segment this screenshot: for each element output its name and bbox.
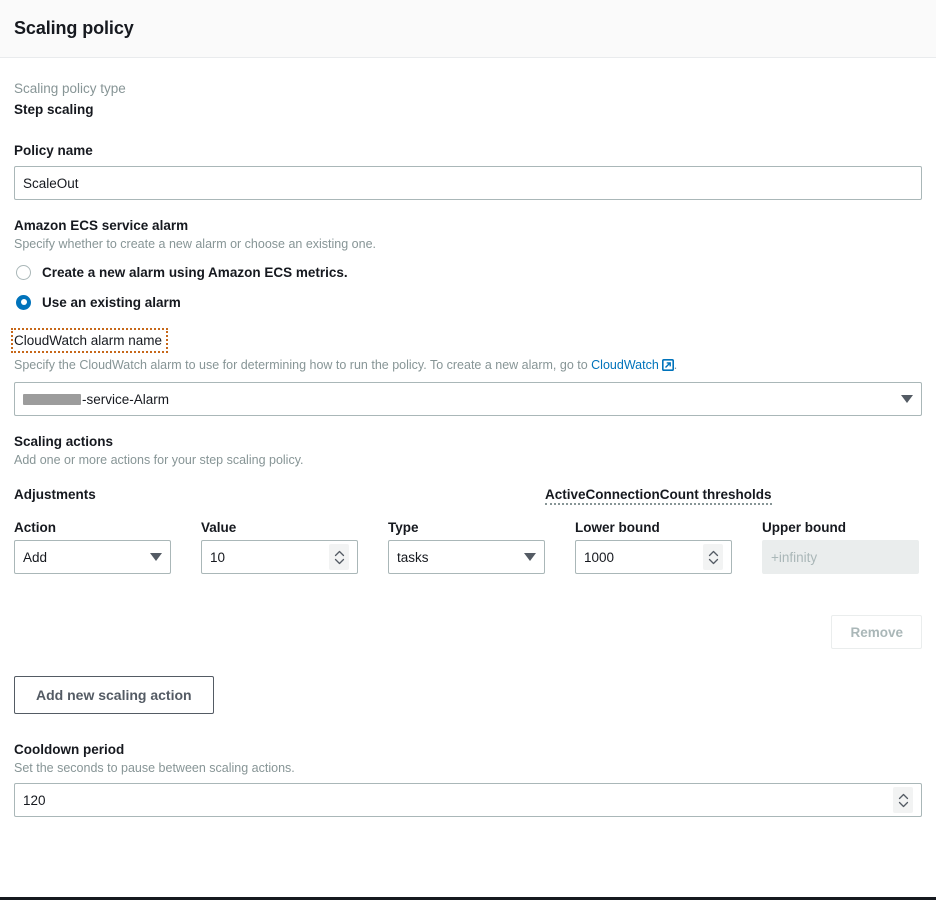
service-alarm-label: Amazon ECS service alarm	[14, 216, 922, 235]
radio-create-new-alarm[interactable]: Create a new alarm using Amazon ECS metr…	[14, 259, 922, 285]
radio-unselected-icon	[16, 265, 31, 280]
panel-body: Scaling policy type Step scaling Policy …	[0, 58, 936, 817]
scaling-policy-type-field: Scaling policy type Step scaling	[14, 80, 922, 119]
cloudwatch-alarm-name-select[interactable]: -service-Alarm	[14, 382, 922, 416]
cloudwatch-link[interactable]: CloudWatch	[591, 358, 659, 372]
policy-name-field: Policy name ScaleOut	[14, 141, 922, 200]
radio-use-existing-alarm[interactable]: Use an existing alarm	[14, 289, 922, 315]
add-scaling-action-row: Add new scaling action	[14, 676, 922, 714]
cooldown-period-description: Set the seconds to pause between scaling…	[14, 759, 922, 777]
column-header-action: Action	[14, 520, 171, 535]
annotation-highlight-box: CloudWatch alarm name	[11, 328, 168, 353]
lower-bound-stepper-input[interactable]: 1000	[575, 540, 732, 574]
cooldown-period-label: Cooldown period	[14, 740, 922, 759]
cloudwatch-alarm-name-label-wrap: CloudWatch alarm name	[14, 328, 922, 353]
radio-selected-icon	[16, 295, 31, 310]
column-header-type: Type	[388, 520, 545, 535]
remove-button[interactable]: Remove	[831, 615, 922, 649]
value-stepper-input[interactable]: 10	[201, 540, 358, 574]
stepper-arrows-icon[interactable]	[703, 544, 723, 570]
cloudwatch-alarm-name-field: CloudWatch alarm name Specify the CloudW…	[14, 328, 922, 416]
lower-bound-value: 1000	[584, 550, 697, 565]
thresholds-label-wrap: ActiveConnectionCount thresholds	[545, 487, 919, 505]
scaling-policy-type-value: Step scaling	[14, 100, 922, 119]
column-header-upper-bound: Upper bound	[762, 520, 919, 535]
policy-name-value: ScaleOut	[23, 176, 913, 191]
column-header-lower-bound: Lower bound	[575, 520, 732, 535]
scaling-policy-panel: Scaling policy Scaling policy type Step …	[0, 0, 936, 900]
radio-create-new-alarm-label: Create a new alarm using Amazon ECS metr…	[42, 265, 348, 280]
scaling-policy-type-label: Scaling policy type	[14, 80, 922, 98]
type-select[interactable]: tasks	[388, 540, 545, 574]
service-alarm-description: Specify whether to create a new alarm or…	[14, 235, 922, 253]
cloudwatch-alarm-name-suffix: -service-Alarm	[82, 392, 169, 407]
cooldown-period-value: 120	[23, 793, 887, 808]
column-header-value: Value	[201, 520, 358, 535]
policy-name-input[interactable]: ScaleOut	[14, 166, 922, 200]
scaling-actions-description: Add one or more actions for your step sc…	[14, 451, 922, 469]
thresholds-label: ActiveConnectionCount thresholds	[545, 487, 772, 505]
action-value: Add	[23, 550, 144, 565]
external-link-icon	[662, 358, 674, 376]
page-title: Scaling policy	[14, 18, 134, 39]
chevron-down-icon	[524, 553, 536, 561]
adjustments-header-row: Adjustments ActiveConnectionCount thresh…	[14, 487, 922, 510]
cloudwatch-alarm-name-label: CloudWatch alarm name	[14, 333, 162, 348]
panel-header: Scaling policy	[0, 0, 936, 58]
stepper-arrows-icon[interactable]	[893, 787, 913, 813]
radio-use-existing-alarm-label: Use an existing alarm	[42, 295, 181, 310]
upper-bound-input: +infinity	[762, 540, 919, 574]
description-text-before: Specify the CloudWatch alarm to use for …	[14, 358, 591, 372]
redacted-text-bar	[23, 394, 81, 405]
chevron-down-icon	[150, 553, 162, 561]
remove-button-row: Remove	[14, 615, 922, 649]
cloudwatch-alarm-name-description: Specify the CloudWatch alarm to use for …	[14, 356, 922, 376]
service-alarm-field: Amazon ECS service alarm Specify whether…	[14, 216, 922, 315]
cloudwatch-alarm-name-value: -service-Alarm	[23, 392, 895, 407]
stepper-arrows-icon[interactable]	[329, 544, 349, 570]
type-value: tasks	[397, 550, 518, 565]
action-select[interactable]: Add	[14, 540, 171, 574]
chevron-down-icon	[901, 395, 913, 403]
adjustments-column-headers: Action Value Type Lower bound Upper boun…	[14, 520, 922, 540]
adjustments-row: Add 10 tasks 1000	[14, 540, 922, 574]
value-input-value: 10	[210, 550, 323, 565]
cooldown-period-field: Cooldown period Set the seconds to pause…	[14, 740, 922, 817]
scaling-actions-section: Scaling actions Add one or more actions …	[14, 432, 922, 469]
upper-bound-placeholder: +infinity	[771, 550, 910, 565]
add-new-scaling-action-button[interactable]: Add new scaling action	[14, 676, 214, 714]
policy-name-label: Policy name	[14, 141, 922, 160]
description-text-after: .	[674, 358, 677, 372]
adjustments-label: Adjustments	[14, 487, 545, 502]
cooldown-period-input[interactable]: 120	[14, 783, 922, 817]
scaling-actions-label: Scaling actions	[14, 432, 922, 451]
